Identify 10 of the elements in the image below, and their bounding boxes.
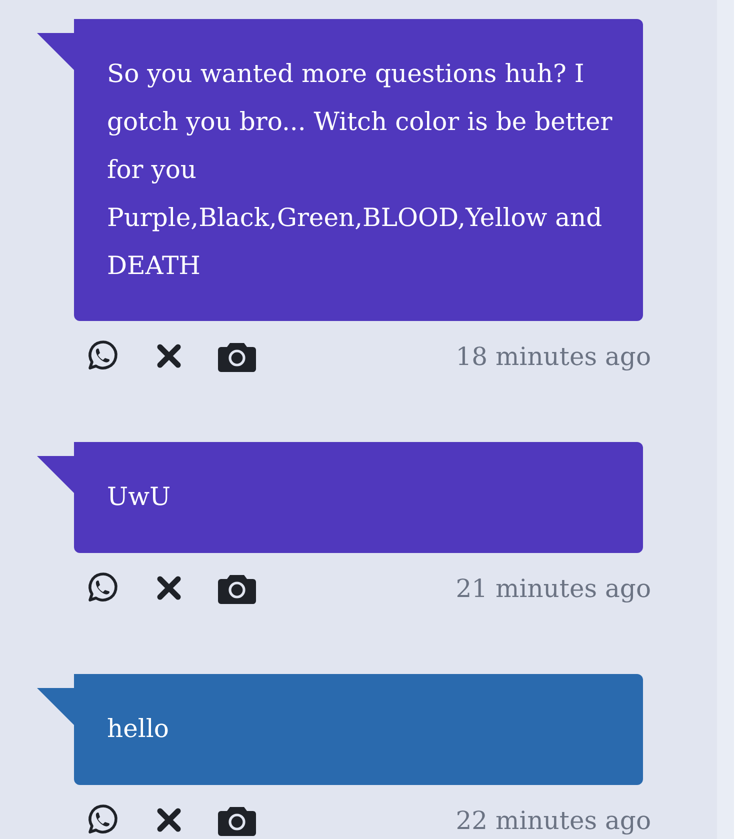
timestamp: 21 minutes ago — [456, 574, 651, 602]
timestamp: 18 minutes ago — [456, 342, 651, 370]
scrollbar-track[interactable] — [717, 0, 734, 839]
message-bubble: UwU — [74, 442, 643, 553]
bubble-tail — [37, 688, 75, 726]
timestamp: 22 minutes ago — [456, 806, 651, 834]
message-bubble: So you wanted more questions huh? I gotch you bro... Witch color is be better for you Purple,Black,Green,BLOOD,Yellow and DEATH — [74, 19, 643, 321]
bubble-tail — [37, 456, 75, 494]
bubble-tail — [37, 33, 75, 71]
message-bubble: hello — [74, 674, 643, 785]
